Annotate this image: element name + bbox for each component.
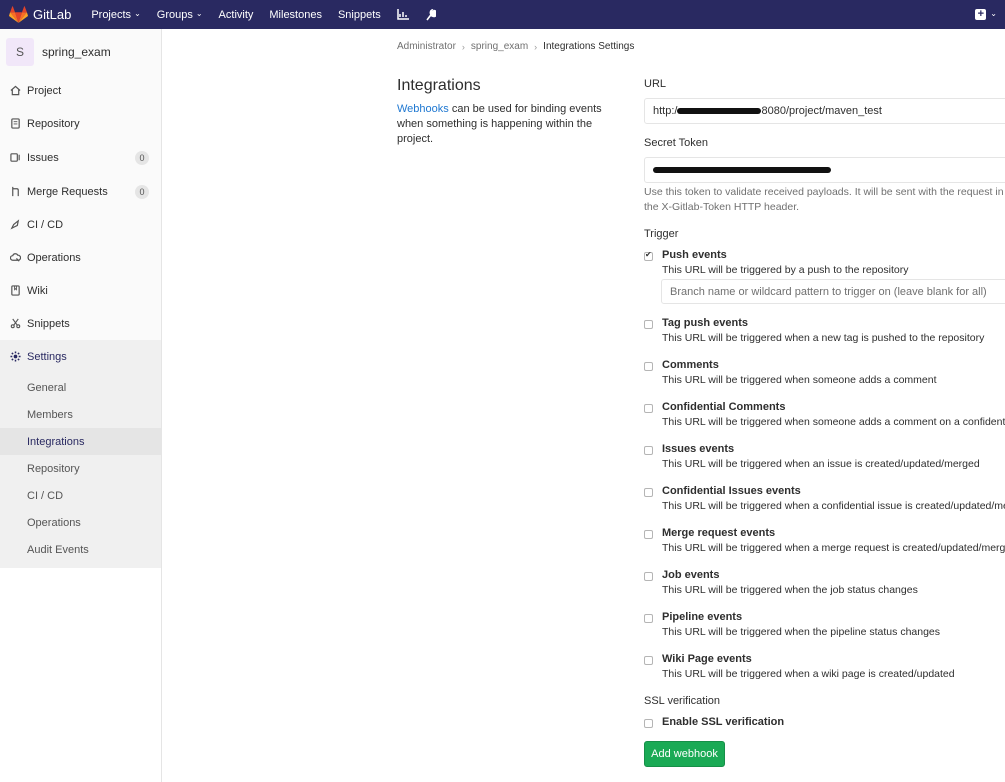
tag-push-events-title: Tag push events (662, 317, 748, 329)
tag-push-events-desc: This URL will be triggered when a new ta… (662, 332, 985, 344)
sidebar-item-snippets[interactable]: Snippets (0, 307, 161, 340)
chevron-down-icon: ⌄ (134, 9, 141, 18)
url-input[interactable]: http:/ 8080/project/maven_test (644, 98, 1005, 124)
secret-token-input[interactable] (644, 157, 1005, 183)
book-icon (9, 285, 21, 297)
wiki-page-events-desc: This URL will be triggered when a wiki p… (662, 668, 955, 680)
issues-events-checkbox[interactable] (644, 446, 653, 455)
issues-count-badge: 0 (135, 150, 149, 165)
merge-request-events-title: Merge request events (662, 527, 776, 539)
wrench-icon[interactable] (425, 8, 436, 21)
confidential-issues-events-desc: This URL will be triggered when a confid… (662, 500, 1005, 512)
sidebar-project-header[interactable]: S spring_exam (0, 29, 161, 74)
gear-icon (9, 351, 21, 363)
breadcrumb-project[interactable]: spring_exam (471, 41, 528, 52)
wiki-page-events-title: Wiki Page events (662, 653, 752, 665)
nav-milestones[interactable]: Milestones (269, 9, 322, 21)
settings-sub-audit-events[interactable]: Audit Events (0, 536, 161, 563)
comments-checkbox[interactable] (644, 362, 653, 371)
breadcrumb-current[interactable]: Integrations Settings (543, 41, 634, 52)
top-navbar: GitLab Projects ⌄ Groups ⌄ Activity Milest… (0, 0, 1005, 29)
scissors-icon (9, 318, 21, 330)
secret-token-help: Use this token to validate received payl… (644, 186, 1004, 213)
gitlab-logo-icon[interactable] (9, 5, 28, 24)
wiki-page-events-checkbox[interactable] (644, 656, 653, 665)
url-label: URL (644, 78, 667, 90)
pipeline-events-title: Pipeline events (662, 611, 743, 623)
sidebar-item-issues[interactable]: Issues 0 (0, 141, 161, 174)
project-avatar: S (6, 37, 34, 66)
webhooks-link[interactable]: Webhooks (397, 103, 449, 115)
sidebar-item-operations[interactable]: Operations (0, 241, 161, 274)
settings-sub-general[interactable]: General (0, 374, 161, 401)
chevron-down-icon: ⌄ (195, 9, 203, 18)
settings-sub-ci-cd[interactable]: CI / CD (0, 482, 161, 509)
merge-requests-count-badge: 0 (135, 184, 149, 199)
rocket-icon (9, 219, 21, 231)
plus-icon: + (975, 9, 987, 20)
redacted-mark (653, 167, 831, 173)
branch-filter-input[interactable]: Branch name or wildcard pattern to trigg… (661, 279, 1005, 304)
nav-activity[interactable]: Activity (219, 9, 254, 21)
new-dropdown[interactable]: + ⌄ (975, 9, 997, 20)
confidential-issues-events-title: Confidential Issues events (662, 485, 801, 497)
job-events-title: Job events (662, 569, 720, 581)
confidential-comments-checkbox[interactable] (644, 404, 653, 413)
settings-sub-operations[interactable]: Operations (0, 509, 161, 536)
sidebar-item-ci-cd[interactable]: CI / CD (0, 208, 161, 241)
issues-icon (9, 152, 21, 164)
tag-push-events-checkbox[interactable] (644, 320, 653, 329)
sidebar-item-wiki[interactable]: Wiki (0, 274, 161, 307)
cloud-icon (9, 252, 21, 264)
issues-events-title: Issues events (662, 443, 735, 455)
settings-sub-repository[interactable]: Repository (0, 455, 161, 482)
sidebar-footer-area (0, 568, 162, 782)
nav-snippets[interactable]: Snippets (338, 9, 381, 21)
sidebar-item-project[interactable]: Project (0, 74, 161, 107)
chevron-right-icon: › (534, 41, 538, 52)
doc-icon (9, 118, 21, 130)
sidebar-item-merge-requests[interactable]: Merge Requests 0 (0, 175, 161, 208)
ssl-verification-checkbox[interactable] (644, 719, 653, 728)
secret-token-label: Secret Token (644, 137, 709, 149)
nav-projects[interactable]: Projects ⌄ (91, 9, 140, 21)
page-title: Integrations (397, 77, 481, 94)
job-events-desc: This URL will be triggered when the job … (662, 584, 918, 596)
issues-events-desc: This URL will be triggered when an issue… (662, 458, 980, 470)
merge-icon (9, 186, 21, 198)
chart-icon[interactable] (397, 9, 409, 20)
brand-name[interactable]: GitLab (33, 7, 71, 22)
push-events-checkbox[interactable] (644, 250, 653, 261)
ssl-verification-option: Enable SSL verification (662, 716, 785, 728)
breadcrumb-administrator[interactable]: Administrator (397, 41, 456, 52)
add-webhook-button[interactable]: Add webhook (644, 741, 725, 767)
chevron-right-icon: › (461, 41, 465, 52)
job-events-checkbox[interactable] (644, 572, 653, 581)
settings-sub-members[interactable]: Members (0, 401, 161, 428)
comments-desc: This URL will be triggered when someone … (662, 374, 937, 386)
home-icon (9, 85, 21, 97)
redacted-mark (677, 108, 762, 114)
breadcrumb: Administrator › spring_exam › Integratio… (397, 41, 634, 52)
comments-title: Comments (662, 359, 719, 371)
pipeline-events-desc: This URL will be triggered when the pipe… (662, 626, 941, 638)
chevron-down-icon: ⌄ (990, 9, 997, 18)
pipeline-events-checkbox[interactable] (644, 614, 653, 623)
nav-groups[interactable]: Groups ⌄ (157, 9, 203, 21)
push-events-title: Push events (662, 249, 727, 261)
merge-request-events-desc: This URL will be triggered when a merge … (662, 542, 1005, 554)
settings-section: Settings General Members Integrations Re… (0, 340, 161, 568)
confidential-comments-desc: This URL will be triggered when someone … (662, 416, 1005, 428)
intro-description: Webhooks can be used for binding events … (397, 103, 602, 145)
sidebar-item-repository[interactable]: Repository (0, 107, 161, 140)
project-name: spring_exam (42, 44, 111, 59)
ssl-verification-label: SSL verification (644, 695, 721, 707)
push-events-desc: This URL will be triggered by a push to … (662, 264, 909, 276)
confidential-comments-title: Confidential Comments (662, 401, 786, 413)
trigger-label: Trigger (644, 228, 679, 240)
sidebar-item-settings[interactable]: Settings (0, 340, 161, 373)
settings-sub-integrations[interactable]: Integrations (0, 428, 161, 455)
merge-request-events-checkbox[interactable] (644, 530, 653, 539)
confidential-issues-events-checkbox[interactable] (644, 488, 653, 497)
